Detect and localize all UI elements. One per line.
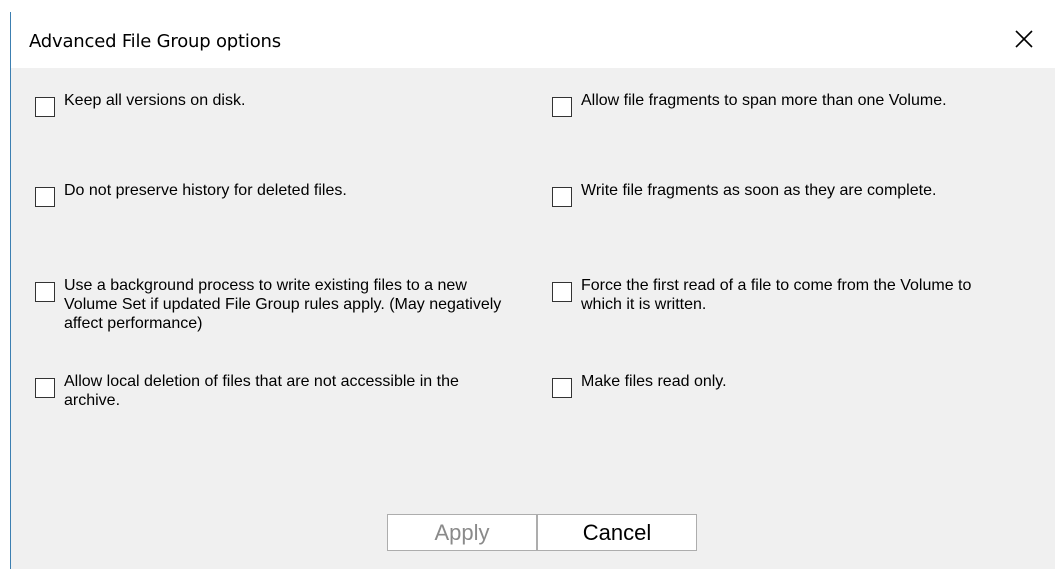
background-process-checkbox[interactable]: [35, 282, 55, 302]
option-fragments-span-volumes[interactable]: Allow file fragments to span more than o…: [552, 91, 992, 117]
allow-local-deletion-checkbox[interactable]: [35, 378, 55, 398]
background-window-strip: [0, 0, 1055, 12]
title-bar: Advanced File Group options: [11, 12, 1055, 68]
option-background-process[interactable]: Use a background process to write existi…: [35, 276, 515, 333]
option-keep-all-versions[interactable]: Keep all versions on disk.: [35, 91, 505, 117]
option-label: Write file fragments as soon as they are…: [581, 182, 937, 199]
keep-all-versions-checkbox[interactable]: [35, 97, 55, 117]
apply-button[interactable]: Apply: [387, 514, 537, 551]
write-fragments-asap-checkbox[interactable]: [552, 187, 572, 207]
option-label: Do not preserve history for deleted file…: [64, 182, 347, 199]
dialog-title: Advanced File Group options: [29, 31, 281, 52]
option-read-only[interactable]: Make files read only.: [552, 372, 992, 398]
option-label: Make files read only.: [581, 373, 727, 390]
force-first-read-checkbox[interactable]: [552, 282, 572, 302]
option-label: Allow local deletion of files that are n…: [64, 373, 459, 409]
option-allow-local-deletion[interactable]: Allow local deletion of files that are n…: [35, 372, 515, 410]
close-icon: [1015, 30, 1033, 48]
cancel-button[interactable]: Cancel: [537, 514, 697, 551]
fragments-span-volumes-checkbox[interactable]: [552, 97, 572, 117]
option-label: Force the first read of a file to come f…: [581, 277, 972, 313]
read-only-checkbox[interactable]: [552, 378, 572, 398]
no-history-deleted-checkbox[interactable]: [35, 187, 55, 207]
option-label: Keep all versions on disk.: [64, 92, 246, 109]
advanced-file-group-dialog: Advanced File Group options Keep all ver…: [10, 12, 1055, 569]
option-no-history-deleted[interactable]: Do not preserve history for deleted file…: [35, 181, 505, 207]
option-force-first-read[interactable]: Force the first read of a file to come f…: [552, 276, 992, 314]
option-label: Use a background process to write existi…: [64, 277, 502, 332]
close-button[interactable]: [1001, 20, 1047, 58]
option-label: Allow file fragments to span more than o…: [581, 92, 947, 109]
option-write-fragments-asap[interactable]: Write file fragments as soon as they are…: [552, 181, 1052, 207]
